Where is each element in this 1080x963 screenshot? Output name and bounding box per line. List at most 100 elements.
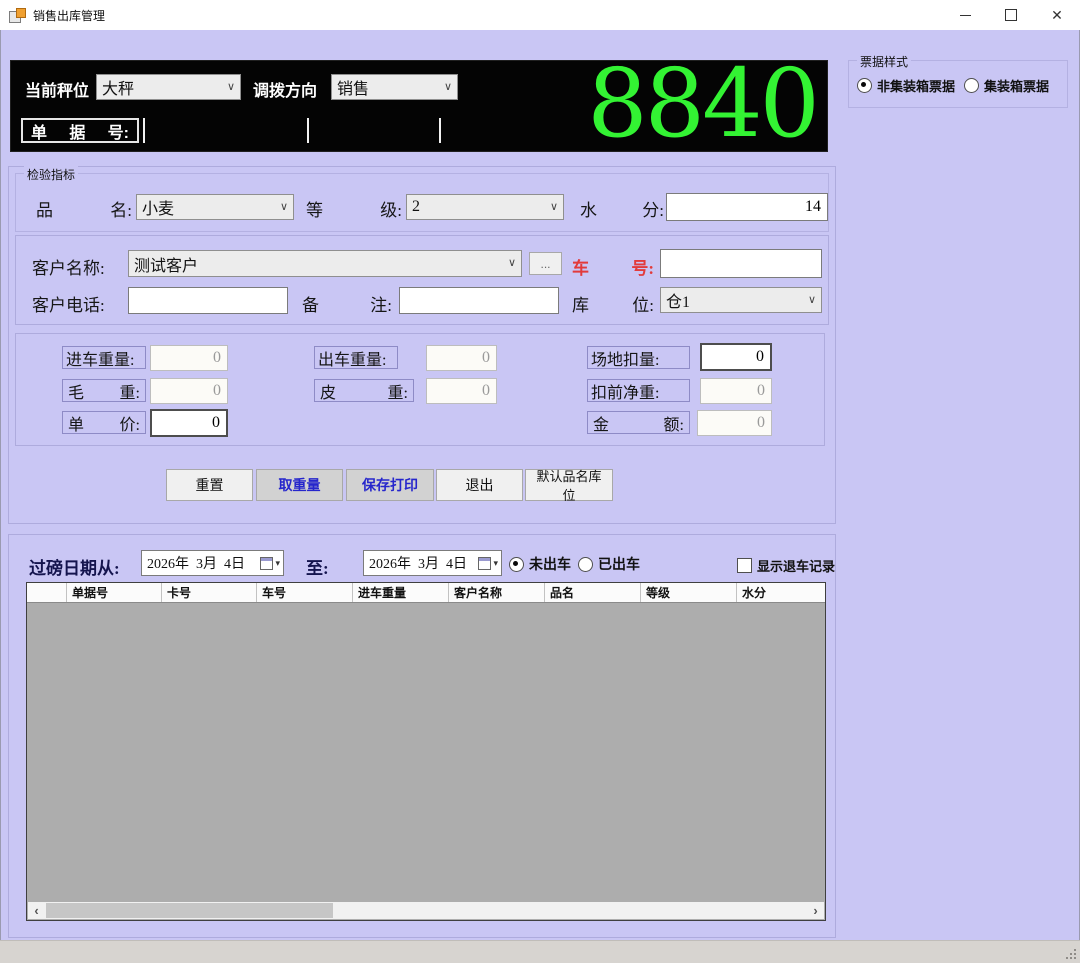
title-bar: 销售出库管理 ✕ [0, 0, 1080, 30]
column-header[interactable]: 客户名称 [449, 583, 545, 602]
remark-field[interactable] [399, 287, 559, 314]
scrollbar-thumb[interactable] [46, 903, 333, 918]
radio-container-ticket[interactable]: 集装箱票据 [964, 76, 1049, 95]
unit-price-field[interactable]: 0 [150, 409, 228, 437]
tare-weight-field: 0 [426, 378, 497, 404]
pre-net-weight-field: 0 [700, 378, 772, 404]
scale-position-label: 当前秤位 [25, 83, 90, 100]
records-panel: 过磅日期从: 2026年 3月 4日 ▾ 至: 2026年 3月 4日 ▾ 未出… [8, 534, 836, 938]
weigh-date-from-label: 过磅日期从: [29, 559, 120, 578]
date-to-picker[interactable]: 2026年 3月 4日 ▾ [363, 550, 502, 576]
column-header[interactable]: 等级 [641, 583, 737, 602]
close-button[interactable]: ✕ [1034, 0, 1080, 30]
product-name-select[interactable]: 小麦 ∨ [136, 194, 294, 220]
weight-readout: 8840 [587, 49, 820, 159]
inspection-title: 检验指标 [24, 166, 79, 183]
dropdown-arrow-icon: ▾ [493, 557, 498, 568]
doc-label-part: 据 [69, 124, 86, 142]
dropdown-arrow-icon: ▾ [275, 557, 280, 568]
moisture-field[interactable]: 14 [666, 193, 828, 221]
grade-select[interactable]: 2 ∨ [406, 194, 564, 220]
ticket-style-group: 票据样式 非集装箱票据 集装箱票据 [848, 53, 1068, 108]
scroll-left-icon[interactable]: ‹ [28, 902, 45, 919]
warehouse-select[interactable]: 仓1 ∨ [660, 287, 822, 313]
amount-field: 0 [697, 410, 772, 436]
column-header[interactable]: 车号 [257, 583, 353, 602]
radio-label: 已出车 [598, 556, 640, 572]
chevron-down-icon: ∨ [279, 200, 288, 213]
checkbox-label: 显示退车记录 [757, 559, 836, 574]
transfer-direction-select[interactable]: 销售 ∨ [331, 74, 458, 100]
weights-panel: 进车重量: 0 出车重量: 0 场地扣量: 0 毛重: 0 皮重: 0 扣前净重… [15, 333, 825, 446]
row-selector-header [27, 583, 67, 602]
maximize-button[interactable] [988, 0, 1034, 30]
save-print-button[interactable]: 保存打印 [346, 469, 434, 501]
vehicle-number-field[interactable] [660, 249, 822, 278]
warehouse-value: 仓1 [666, 294, 691, 311]
column-header[interactable]: 单据号 [67, 583, 162, 602]
moisture-label: 水分: [580, 201, 664, 220]
radio-not-departed[interactable]: 未出车 [509, 554, 571, 574]
app-icon [9, 7, 26, 23]
customer-panel: 客户名称: 测试客户 ∨ ... 车号: 客户电话: 备注: 库位: 仓1 ∨ [15, 235, 829, 325]
radio-departed[interactable]: 已出车 [578, 554, 640, 574]
gross-weight-field: 0 [150, 378, 228, 404]
status-bar [0, 940, 1080, 963]
column-header[interactable]: 卡号 [162, 583, 257, 602]
date-from-picker[interactable]: 2026年 3月 4日 ▾ [141, 550, 284, 576]
tare-weight-label: 皮重: [314, 379, 414, 402]
radio-selected-icon [857, 78, 872, 93]
radio-non-container-ticket[interactable]: 非集装箱票据 [857, 76, 955, 95]
doc-number-label: 单 据 号: [21, 118, 139, 143]
vehicle-number-label: 车号: [572, 259, 654, 278]
calendar-icon [260, 556, 274, 570]
scale-position-select[interactable]: 大秤 ∨ [96, 74, 241, 100]
to-label: 至: [306, 559, 329, 578]
window-title: 销售出库管理 [33, 8, 106, 23]
calendar-icon [478, 556, 492, 570]
site-deduction-field[interactable]: 0 [700, 343, 772, 371]
records-grid[interactable]: 单据号 卡号 车号 进车重量 客户名称 品名 等级 水分 ‹ › [26, 582, 826, 921]
entry-panel: 检验指标 品名: 小麦 ∨ 等级: 2 ∨ 水分: 14 客户名称: 测试客户 … [8, 166, 836, 524]
amount-label: 金额: [587, 411, 690, 434]
exit-button[interactable]: 退出 [436, 469, 523, 501]
remark-label: 备注: [302, 296, 392, 315]
chevron-down-icon: ∨ [507, 257, 516, 269]
chevron-down-icon: ∨ [443, 80, 452, 93]
window-controls: ✕ [942, 0, 1080, 30]
take-weight-button[interactable]: 取重量 [256, 469, 343, 501]
radio-label: 未出车 [529, 556, 571, 572]
customer-name-value: 测试客户 [134, 257, 199, 275]
doc-label-part: 号: [107, 124, 129, 142]
reset-button[interactable]: 重置 [166, 469, 253, 501]
column-header[interactable]: 品名 [545, 583, 641, 602]
weight-display-panel: 当前秤位 大秤 ∨ 调拨方向 销售 ∨ 8840 单 据 号: [10, 49, 828, 159]
out-weight-field: 0 [426, 345, 497, 371]
chevron-down-icon: ∨ [549, 200, 558, 213]
doc-separator-bar [307, 118, 309, 143]
product-name-value: 小麦 [142, 201, 175, 218]
transfer-direction-label: 调拨方向 [253, 83, 318, 100]
customer-phone-field[interactable] [128, 287, 288, 314]
scroll-right-icon[interactable]: › [807, 902, 824, 919]
chevron-down-icon: ∨ [226, 80, 235, 93]
minimize-button[interactable] [942, 0, 988, 30]
grid-header-row: 单据号 卡号 车号 进车重量 客户名称 品名 等级 水分 [27, 583, 825, 603]
checkbox-icon [737, 558, 752, 573]
site-deduction-label: 场地扣量: [587, 346, 690, 369]
unit-price-label: 单价: [62, 411, 146, 434]
customer-browse-button[interactable]: ... [529, 252, 562, 275]
radio-label: 集装箱票据 [984, 79, 1050, 94]
show-returns-checkbox[interactable]: 显示退车记录 [737, 556, 835, 575]
doc-separator-bar [439, 118, 441, 143]
resize-grip-icon[interactable] [1066, 949, 1076, 959]
horizontal-scrollbar[interactable]: ‹ › [28, 902, 824, 919]
column-header[interactable]: 进车重量 [353, 583, 449, 602]
minimize-icon [959, 14, 971, 16]
transfer-direction-value: 销售 [337, 81, 370, 98]
grade-value: 2 [412, 198, 420, 215]
customer-phone-label: 客户电话: [32, 296, 105, 315]
customer-name-select[interactable]: 测试客户 ∨ [128, 250, 522, 277]
column-header[interactable]: 水分 [737, 583, 825, 602]
default-product-warehouse-button[interactable]: 默认品名库位 [525, 469, 613, 503]
